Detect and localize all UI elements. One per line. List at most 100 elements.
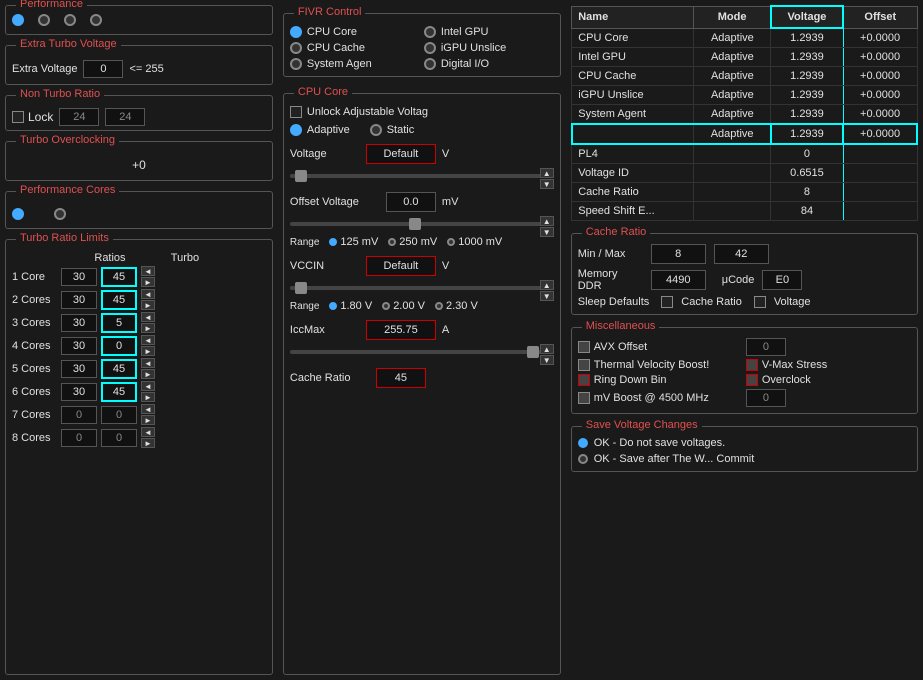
range-125[interactable]: 125 mV: [329, 236, 378, 248]
range-250-radio[interactable]: [388, 238, 396, 246]
fivr-igpu-unslice-radio[interactable]: [424, 42, 436, 54]
static-option[interactable]: Static: [370, 124, 415, 136]
range-1000[interactable]: 1000 mV: [447, 236, 502, 248]
ring-down-checkbox[interactable]: [578, 374, 590, 386]
mv-boost-checkbox[interactable]: [578, 392, 590, 404]
memory-ddr-input[interactable]: [651, 270, 706, 290]
range-1000-radio[interactable]: [447, 238, 455, 246]
offset-slider-thumb[interactable]: [409, 218, 421, 230]
lock-checkbox[interactable]: [12, 111, 24, 123]
fivr-cpu-cache[interactable]: CPU Cache: [290, 42, 420, 54]
fivr-digital-io-radio[interactable]: [424, 58, 436, 70]
iccmax-slider[interactable]: ▲ ▼: [290, 344, 554, 360]
perf-core-radio-2[interactable]: [54, 208, 66, 220]
vccin-down-btn[interactable]: ▼: [540, 291, 554, 301]
tr-ratio-1[interactable]: [61, 268, 97, 286]
tr-turbo-4[interactable]: [101, 336, 137, 356]
voltage-slider[interactable]: ▲ ▼: [290, 168, 554, 184]
fivr-igpu-unslice[interactable]: iGPU Unslice: [424, 42, 554, 54]
avx-input[interactable]: [746, 338, 786, 356]
fivr-system-agen-radio[interactable]: [290, 58, 302, 70]
fivr-intel-gpu-radio[interactable]: [424, 26, 436, 38]
thermal-vel-checkbox[interactable]: [578, 359, 590, 371]
cache-ratio-mid-input[interactable]: [376, 368, 426, 388]
tr-down-2[interactable]: ►: [141, 300, 155, 310]
mv-input[interactable]: [746, 389, 786, 407]
voltage-row-6[interactable]: Adaptive1.2939+0.0000: [572, 124, 917, 144]
adaptive-radio[interactable]: [290, 124, 302, 136]
tr-up-3[interactable]: ◄: [141, 312, 155, 322]
ratio-input-1[interactable]: [59, 108, 99, 126]
lock-checkbox-wrap[interactable]: Lock: [12, 110, 53, 124]
sleep-cache-ratio-cb[interactable]: [661, 296, 673, 308]
ucode-input[interactable]: [762, 270, 802, 290]
fivr-digital-io[interactable]: Digital I/O: [424, 58, 554, 70]
vccin-230-radio[interactable]: [435, 302, 443, 310]
perf-radio-4[interactable]: [90, 14, 102, 26]
tr-up-7[interactable]: ◄: [141, 404, 155, 414]
avx-checkbox[interactable]: [578, 341, 590, 353]
vccin-slider[interactable]: ▲ ▼: [290, 280, 554, 296]
tr-up-4[interactable]: ◄: [141, 335, 155, 345]
iccmax-down-btn[interactable]: ▼: [540, 355, 554, 365]
save-opt2-row[interactable]: OK - Save after The W... Commit: [578, 453, 911, 465]
unlock-checkbox[interactable]: [290, 106, 302, 118]
vccin-range-230[interactable]: 2.30 V: [435, 300, 478, 312]
ratio-input-2[interactable]: [105, 108, 145, 126]
vmax-checkbox[interactable]: [746, 359, 758, 371]
vccin-200-radio[interactable]: [382, 302, 390, 310]
tr-ratio-6[interactable]: [61, 383, 97, 401]
vccin-slider-thumb[interactable]: [295, 282, 307, 294]
tr-turbo-6[interactable]: [101, 382, 137, 402]
tr-ratio-2[interactable]: [61, 291, 97, 309]
tr-down-5[interactable]: ►: [141, 369, 155, 379]
slider-down-btn[interactable]: ▼: [540, 179, 554, 189]
adaptive-option[interactable]: Adaptive: [290, 124, 350, 136]
offset-slider[interactable]: ▲ ▼: [290, 216, 554, 232]
overclock-checkbox[interactable]: [746, 374, 758, 386]
iccmax-slider-thumb[interactable]: [527, 346, 539, 358]
tr-ratio-8[interactable]: [61, 429, 97, 447]
fivr-cpu-core-radio[interactable]: [290, 26, 302, 38]
tr-turbo-5[interactable]: [101, 359, 137, 379]
save-opt1-radio[interactable]: [578, 438, 588, 448]
tr-up-5[interactable]: ◄: [141, 358, 155, 368]
fivr-cpu-core[interactable]: CPU Core: [290, 26, 420, 38]
vccin-up-btn[interactable]: ▲: [540, 280, 554, 290]
tr-down-7[interactable]: ►: [141, 415, 155, 425]
tr-up-2[interactable]: ◄: [141, 289, 155, 299]
perf-core-radio-1[interactable]: [12, 208, 24, 220]
vccin-range-180[interactable]: 1.80 V: [329, 300, 372, 312]
offset-up-btn[interactable]: ▲: [540, 216, 554, 226]
tr-down-1[interactable]: ►: [141, 277, 155, 287]
sleep-voltage-cb[interactable]: [754, 296, 766, 308]
range-125-radio[interactable]: [329, 238, 337, 246]
slider-up-btn[interactable]: ▲: [540, 168, 554, 178]
perf-radio-3[interactable]: [64, 14, 76, 26]
tr-up-1[interactable]: ◄: [141, 266, 155, 276]
max-input[interactable]: [714, 244, 769, 264]
vccin-range-200[interactable]: 2.00 V: [382, 300, 425, 312]
tr-turbo-7[interactable]: [101, 406, 137, 424]
save-opt1-row[interactable]: OK - Do not save voltages.: [578, 437, 911, 449]
tr-ratio-3[interactable]: [61, 314, 97, 332]
tr-turbo-8[interactable]: [101, 429, 137, 447]
tr-down-4[interactable]: ►: [141, 346, 155, 356]
tr-turbo-2[interactable]: [101, 290, 137, 310]
range-250[interactable]: 250 mV: [388, 236, 437, 248]
slider-thumb[interactable]: [295, 170, 307, 182]
fivr-cpu-cache-radio[interactable]: [290, 42, 302, 54]
vccin-180-radio[interactable]: [329, 302, 337, 310]
save-opt2-radio[interactable]: [578, 454, 588, 464]
tr-down-8[interactable]: ►: [141, 438, 155, 448]
tr-down-3[interactable]: ►: [141, 323, 155, 333]
offset-input[interactable]: [386, 192, 436, 212]
perf-radio-2[interactable]: [38, 14, 50, 26]
tr-up-6[interactable]: ◄: [141, 381, 155, 391]
iccmax-up-btn[interactable]: ▲: [540, 344, 554, 354]
tr-up-8[interactable]: ◄: [141, 427, 155, 437]
iccmax-input[interactable]: [366, 320, 436, 340]
tr-ratio-4[interactable]: [61, 337, 97, 355]
static-radio[interactable]: [370, 124, 382, 136]
tr-turbo-1[interactable]: [101, 267, 137, 287]
